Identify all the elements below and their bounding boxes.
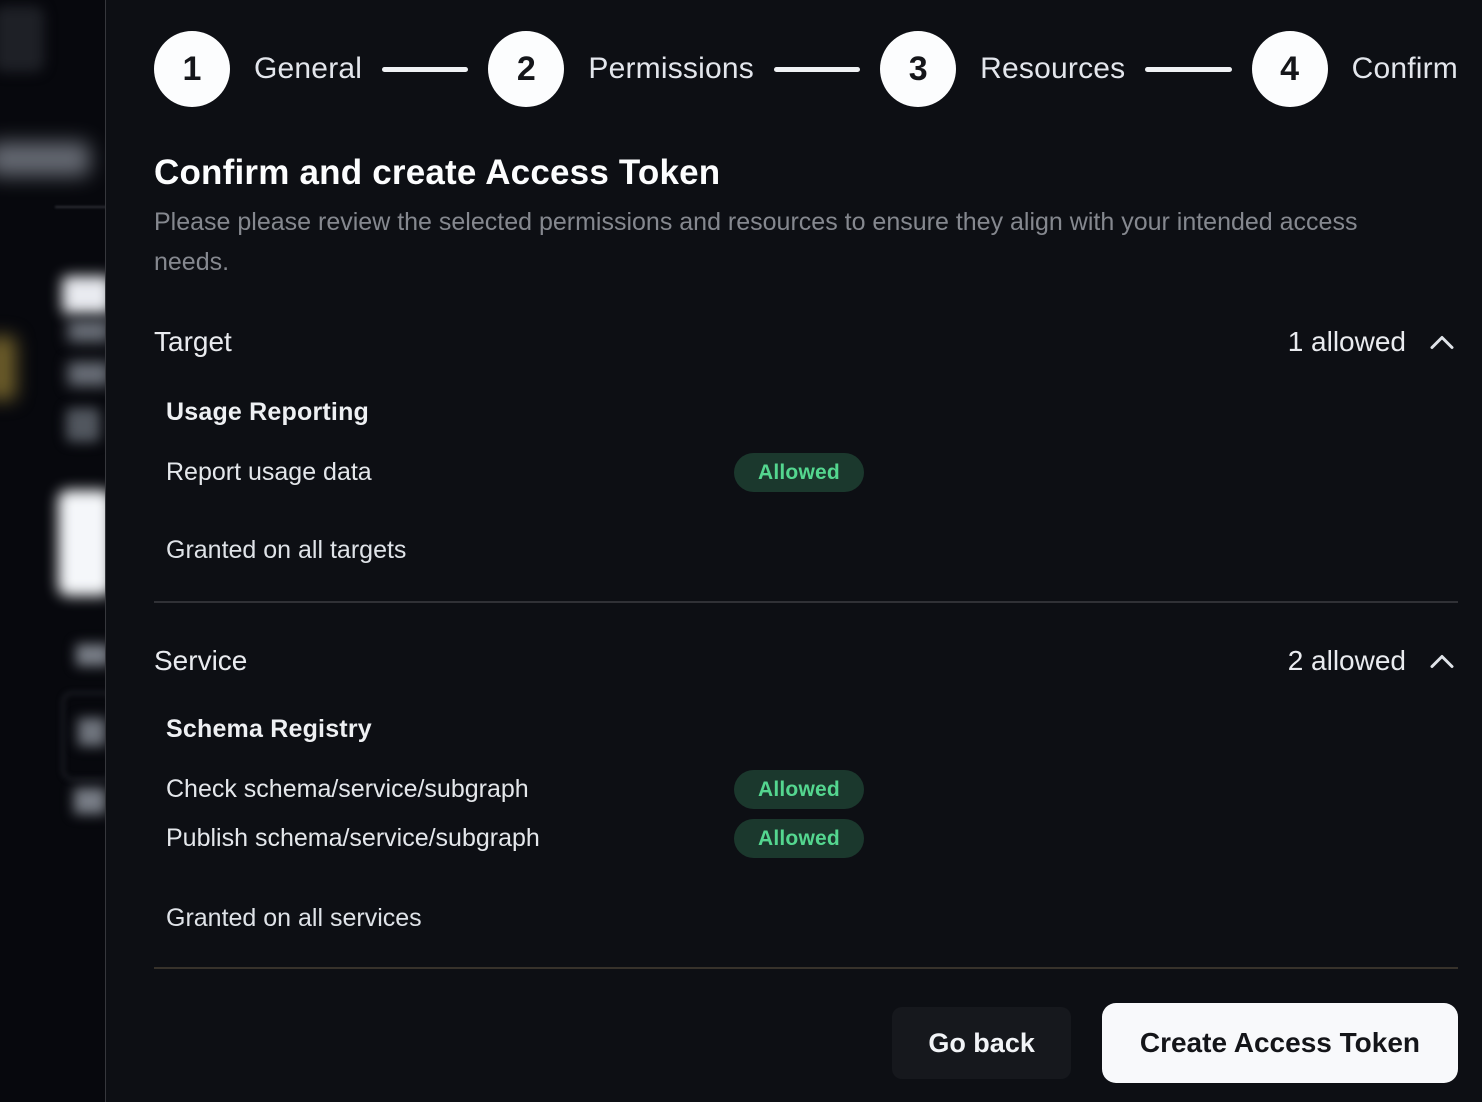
granted-note: Granted on all services [154, 904, 1458, 933]
step-permissions[interactable]: 2 Permissions [488, 31, 754, 107]
permission-group-usage-reporting: Usage Reporting Report usage data Allowe… [154, 398, 1458, 492]
backdrop-blur-blob [0, 336, 16, 400]
section-header-service: Service 2 allowed [154, 645, 1458, 677]
step-label: Resources [980, 52, 1125, 86]
step-number-circle: 4 [1252, 31, 1328, 107]
section-header-target: Target 1 allowed [154, 326, 1458, 358]
permission-row: Check schema/service/subgraph Allowed [166, 770, 1458, 809]
permission-group-schema-registry: Schema Registry Check schema/service/sub… [154, 715, 1458, 858]
backdrop-blur-blob [58, 490, 105, 596]
create-access-token-button[interactable]: Create Access Token [1102, 1003, 1458, 1083]
backdrop-blur-blob [68, 362, 105, 386]
create-access-token-modal: 1 General 2 Permissions 3 Resources 4 Co… [105, 0, 1482, 1102]
permission-label: Check schema/service/subgraph [166, 775, 734, 804]
step-number-circle: 3 [880, 31, 956, 107]
backdrop-blur-blob [76, 644, 105, 666]
permission-row: Publish schema/service/subgraph Allowed [166, 819, 1458, 858]
allowed-count: 2 allowed [1288, 645, 1406, 677]
step-general[interactable]: 1 General [154, 31, 362, 107]
step-confirm[interactable]: 4 Confirm [1252, 31, 1458, 107]
wizard-stepper: 1 General 2 Permissions 3 Resources 4 Co… [154, 31, 1458, 107]
step-label: Confirm [1352, 52, 1458, 86]
step-label: Permissions [588, 52, 754, 86]
backdrop-blur-blob [0, 6, 44, 72]
step-resources[interactable]: 3 Resources [880, 31, 1125, 107]
background-page-blurred [0, 0, 105, 1102]
permission-row: Report usage data Allowed [166, 453, 1458, 492]
go-back-button[interactable]: Go back [892, 1007, 1071, 1079]
backdrop-blur-blob [0, 142, 90, 176]
status-badge: Allowed [734, 819, 864, 858]
chevron-up-icon[interactable] [1426, 650, 1458, 673]
group-title: Usage Reporting [166, 398, 1458, 427]
backdrop-blur-blob [68, 320, 105, 342]
section-name: Service [154, 645, 247, 677]
section-divider [154, 601, 1458, 603]
backdrop-blur-blob [78, 718, 105, 746]
step-connector [382, 67, 468, 72]
status-badge: Allowed [734, 770, 864, 809]
backdrop-blur-blob [74, 788, 105, 814]
permission-label: Report usage data [166, 458, 734, 487]
backdrop-blur-blob [62, 276, 105, 314]
status-badge: Allowed [734, 453, 864, 492]
backdrop-blur-blob [66, 408, 100, 442]
group-title: Schema Registry [166, 715, 1458, 744]
granted-note: Granted on all targets [154, 536, 1458, 565]
step-number-circle: 2 [488, 31, 564, 107]
step-number-circle: 1 [154, 31, 230, 107]
footer-divider [154, 967, 1458, 969]
step-connector [1145, 67, 1231, 72]
step-label: General [254, 52, 362, 86]
backdrop-blur-blob [55, 206, 105, 208]
page-subtitle: Please please review the selected permis… [154, 202, 1394, 282]
step-connector [774, 67, 860, 72]
section-name: Target [154, 326, 232, 358]
modal-footer: Go back Create Access Token [154, 1003, 1458, 1083]
permission-label: Publish schema/service/subgraph [166, 824, 734, 853]
allowed-count: 1 allowed [1288, 326, 1406, 358]
chevron-up-icon[interactable] [1426, 331, 1458, 354]
page-title: Confirm and create Access Token [154, 153, 1458, 193]
